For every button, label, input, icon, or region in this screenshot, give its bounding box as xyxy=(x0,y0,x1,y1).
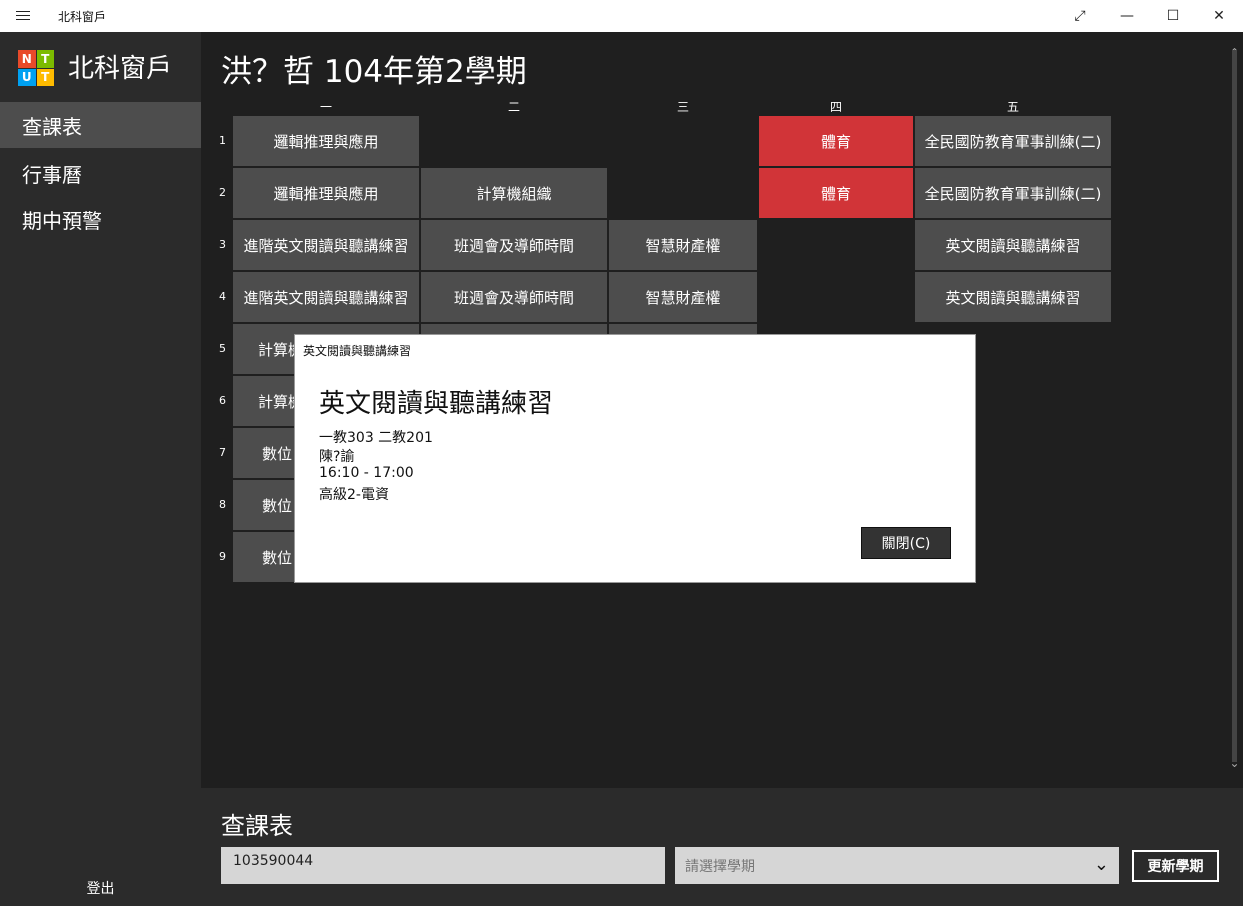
sidebar-item-calendar[interactable]: 行事曆 xyxy=(0,150,201,196)
period-label: 8 xyxy=(219,498,226,511)
fullscreen-icon[interactable]: ⤢ xyxy=(1057,0,1103,32)
page-title: 洪？哲 104年第2學期 xyxy=(221,54,527,90)
query-title: 查課表 xyxy=(221,812,293,840)
day-header-tue: 二 xyxy=(507,100,520,114)
close-window-button[interactable]: ✕ xyxy=(1196,0,1242,32)
vertical-scrollbar[interactable]: ⌃ ⌄ xyxy=(1226,32,1243,788)
logo-letter: T xyxy=(36,68,54,86)
period-label: 9 xyxy=(219,550,226,563)
sidebar-item-schedule[interactable]: 查課表 xyxy=(0,102,201,148)
hamburger-menu-icon[interactable] xyxy=(16,9,30,21)
maximize-button[interactable]: ☐ xyxy=(1150,0,1196,32)
course-cell[interactable]: 計算機組織 xyxy=(421,168,607,218)
course-cell[interactable]: 全民國防教育軍事訓練(二) xyxy=(915,116,1111,166)
period-label: 4 xyxy=(219,290,226,303)
day-header-mon: 一 xyxy=(319,100,332,114)
day-header-wed: 三 xyxy=(676,100,689,114)
dialog-close-button[interactable]: 關閉(C) xyxy=(861,527,951,559)
semester-placeholder: 請選擇學期 xyxy=(685,859,755,875)
logo-letter: T xyxy=(36,50,54,68)
window-title: 北科窗戶 xyxy=(58,10,107,24)
title-bar: 北科窗戶 ⤢ — ☐ ✕ xyxy=(0,0,1243,33)
period-label: 2 xyxy=(219,186,226,199)
sidebar: N T U T 北科窗戶 查課表 行事曆 期中預警 登出 xyxy=(0,32,201,906)
update-semester-button[interactable]: 更新學期 xyxy=(1132,850,1219,882)
logout-button[interactable]: 登出 xyxy=(0,878,201,898)
brand-name: 北科窗戶 xyxy=(68,54,173,84)
course-cell[interactable]: 全民國防教育軍事訓練(二) xyxy=(915,168,1111,218)
logo-letter: U xyxy=(18,68,36,86)
course-cell[interactable]: 班週會及導師時間 xyxy=(421,272,607,322)
course-cell[interactable]: 體育 xyxy=(759,168,913,218)
course-room: 一教303 二教201 xyxy=(319,430,433,446)
course-cell[interactable]: 體育 xyxy=(759,116,913,166)
sidebar-item-midterm-warning[interactable]: 期中預警 xyxy=(0,196,201,242)
course-cell[interactable]: 智慧財產權 xyxy=(609,272,757,322)
course-cell[interactable]: 智慧財產權 xyxy=(609,220,757,270)
student-id-input[interactable]: 103590044 xyxy=(221,847,665,884)
semester-select[interactable]: 請選擇學期 ⌄ xyxy=(675,847,1119,884)
dialog-caption: 英文閱讀與聽講練習 xyxy=(303,344,412,358)
course-detail-dialog: 英文閱讀與聽講練習 英文閱讀與聽講練習 一教303 二教201 陳?諭 16:1… xyxy=(294,334,976,583)
scrollbar-track[interactable] xyxy=(1232,50,1237,762)
minimize-button[interactable]: — xyxy=(1104,0,1150,32)
course-cell[interactable]: 進階英文閱讀與聽講練習 xyxy=(233,272,419,322)
course-teacher: 陳?諭 xyxy=(319,449,355,465)
query-bar: 查課表 103590044 請選擇學期 ⌄ 更新學期 xyxy=(201,788,1243,906)
course-cell[interactable]: 班週會及導師時間 xyxy=(421,220,607,270)
day-header-fri: 五 xyxy=(1006,100,1019,114)
course-cell[interactable]: 邏輯推理與應用 xyxy=(233,168,419,218)
dialog-title: 英文閱讀與聽講練習 xyxy=(319,389,554,419)
course-cell[interactable]: 邏輯推理與應用 xyxy=(233,116,419,166)
course-time: 16:10 - 17:00 xyxy=(319,465,414,481)
period-label: 3 xyxy=(219,238,226,251)
course-class: 高級2-電資 xyxy=(319,487,389,503)
ntut-logo: N T U T xyxy=(18,50,54,86)
scroll-down-icon[interactable]: ⌄ xyxy=(1226,756,1243,770)
course-cell[interactable]: 英文閱讀與聽講練習 xyxy=(915,220,1111,270)
course-cell[interactable]: 英文閱讀與聽講練習 xyxy=(915,272,1111,322)
day-header-thu: 四 xyxy=(829,100,842,114)
period-label: 5 xyxy=(219,342,226,355)
course-cell[interactable]: 進階英文閱讀與聽講練習 xyxy=(233,220,419,270)
logo-letter: N xyxy=(18,50,36,68)
period-label: 1 xyxy=(219,134,226,147)
period-label: 6 xyxy=(219,394,226,407)
chevron-down-icon: ⌄ xyxy=(1093,854,1109,875)
period-label: 7 xyxy=(219,446,226,459)
